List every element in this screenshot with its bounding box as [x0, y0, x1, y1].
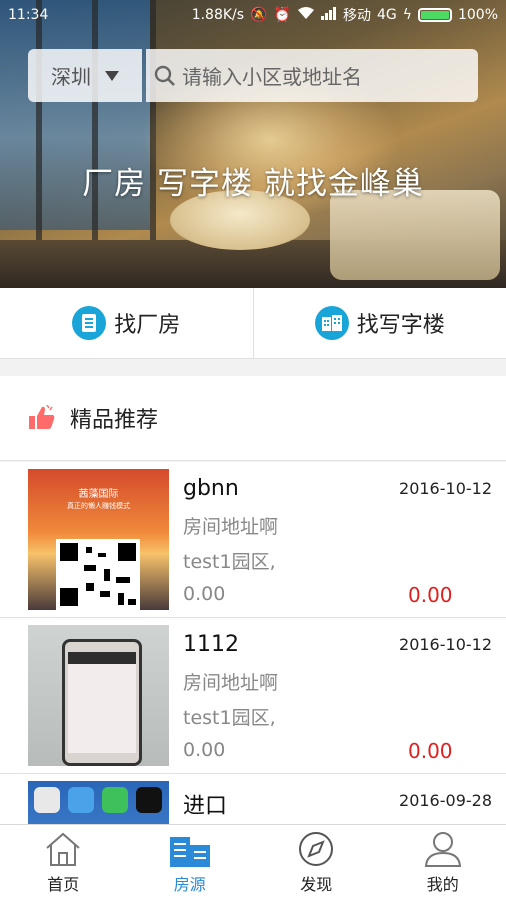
city-selector[interactable]: 深圳: [28, 49, 142, 102]
buildings-icon: [169, 836, 210, 867]
find-factory-label: 找厂房: [114, 313, 181, 338]
weather-app-icon: [102, 787, 128, 813]
search-bar: 深圳 请输入小区或地址名: [28, 49, 478, 102]
listing-address: 房间地址啊: [183, 516, 279, 538]
compass-icon: [299, 831, 334, 866]
thumbnail-tagline: 真正的懒人赚钱模式: [67, 502, 130, 510]
hero-banner: 11:34 1.88K/s 🔕 ⏰ 移动 4G ϟ 100% 深圳 请输入小区或…: [0, 0, 506, 288]
status-time: 11:34: [8, 7, 49, 23]
banner-mullion: [92, 0, 98, 240]
listing-title: 1112: [183, 632, 239, 657]
network-speed: 1.88K/s: [191, 7, 245, 23]
qr-code-icon: [56, 539, 140, 610]
search-input[interactable]: 请输入小区或地址名: [146, 49, 478, 102]
recommended-header: 精品推荐: [0, 376, 506, 461]
alarm-icon: ⏰: [273, 7, 291, 23]
banner-mullion: [36, 0, 42, 240]
listing-park: test1园区,: [183, 551, 276, 573]
phone-topbar: [68, 652, 136, 664]
listing-list: 茜藻国际 真正的懒人赚钱模式 gbnn 2016-10-12 房间地址啊 tes…: [0, 462, 506, 824]
network-type: 4G: [376, 7, 397, 23]
tab-discover-label: 发现: [300, 874, 333, 894]
signal-icon: [320, 6, 337, 24]
find-office-label: 找写字楼: [356, 313, 445, 338]
tab-discover[interactable]: 发现: [253, 825, 380, 900]
phone-screen: [68, 652, 136, 753]
status-bar: 11:34 1.88K/s 🔕 ⏰ 移动 4G ϟ 100%: [0, 0, 506, 30]
listing-thumbnail: [28, 625, 169, 766]
banner-sofa: [330, 190, 500, 280]
battery-percent: 100%: [457, 7, 498, 23]
charging-icon: ϟ: [402, 7, 412, 23]
listing-title: 进口: [183, 794, 228, 819]
tab-listings[interactable]: 房源: [127, 825, 254, 900]
mute-icon: 🔕: [250, 7, 268, 23]
tab-home-label: 首页: [47, 874, 80, 894]
listing-price: 0.00: [408, 583, 453, 607]
listing-date: 2016-10-12: [399, 479, 492, 498]
listing-area: 0.00: [183, 583, 226, 605]
chevron-down-icon: [105, 70, 119, 81]
listing-date: 2016-09-28: [399, 791, 492, 810]
carrier: 移动: [342, 8, 371, 24]
tab-me-label: 我的: [426, 874, 459, 894]
tab-me[interactable]: 我的: [380, 825, 506, 900]
listing-address: 房间地址啊: [183, 672, 279, 694]
search-icon: [154, 65, 175, 86]
listing-thumbnail: 茜藻国际 真正的懒人赚钱模式: [28, 469, 169, 610]
office-building-icon: [314, 306, 349, 340]
listing-thumbnail: [28, 781, 169, 824]
person-icon: [424, 831, 461, 867]
factory-doc-icon: [72, 306, 107, 340]
list-item[interactable]: 1112 2016-10-12 房间地址啊 test1园区, 0.00 0.00: [0, 618, 506, 774]
thumbs-up-icon: [29, 405, 55, 429]
wifi-icon: [297, 6, 315, 24]
tab-home[interactable]: 首页: [0, 825, 127, 900]
tab-listings-label: 房源: [173, 874, 206, 894]
find-office-button[interactable]: 找写字楼: [252, 288, 506, 358]
recommended-title: 精品推荐: [70, 408, 159, 433]
city-label: 深圳: [51, 65, 91, 89]
listing-area: 0.00: [183, 739, 226, 761]
bottom-tab-bar: 首页 房源 发现 我的: [0, 824, 506, 900]
listing-title: gbnn: [183, 476, 239, 501]
thumbnail-brand: 茜藻国际: [78, 489, 119, 500]
listing-date: 2016-10-12: [399, 635, 492, 654]
wallet-app-icon: [136, 787, 162, 813]
status-right: 1.88K/s 🔕 ⏰ 移动 4G ϟ 100%: [192, 5, 498, 25]
maps-app-icon: [68, 787, 94, 813]
banner-slogan: 厂房 写字楼 就找金峰巢: [82, 166, 424, 202]
battery-icon: [417, 8, 452, 22]
clock-app-icon: [34, 787, 60, 813]
listing-price: 0.00: [408, 739, 453, 763]
list-item[interactable]: 茜藻国际 真正的懒人赚钱模式 gbnn 2016-10-12 房间地址啊 tes…: [0, 462, 506, 618]
find-factory-button[interactable]: 找厂房: [0, 288, 253, 358]
listing-park: test1园区,: [183, 707, 276, 729]
search-placeholder: 请输入小区或地址名: [182, 65, 362, 89]
list-item[interactable]: 进口 2016-09-28: [0, 774, 506, 824]
phone-photo: [62, 639, 142, 766]
home-icon: [46, 832, 80, 866]
category-row: 找厂房 找写字楼: [0, 288, 506, 359]
